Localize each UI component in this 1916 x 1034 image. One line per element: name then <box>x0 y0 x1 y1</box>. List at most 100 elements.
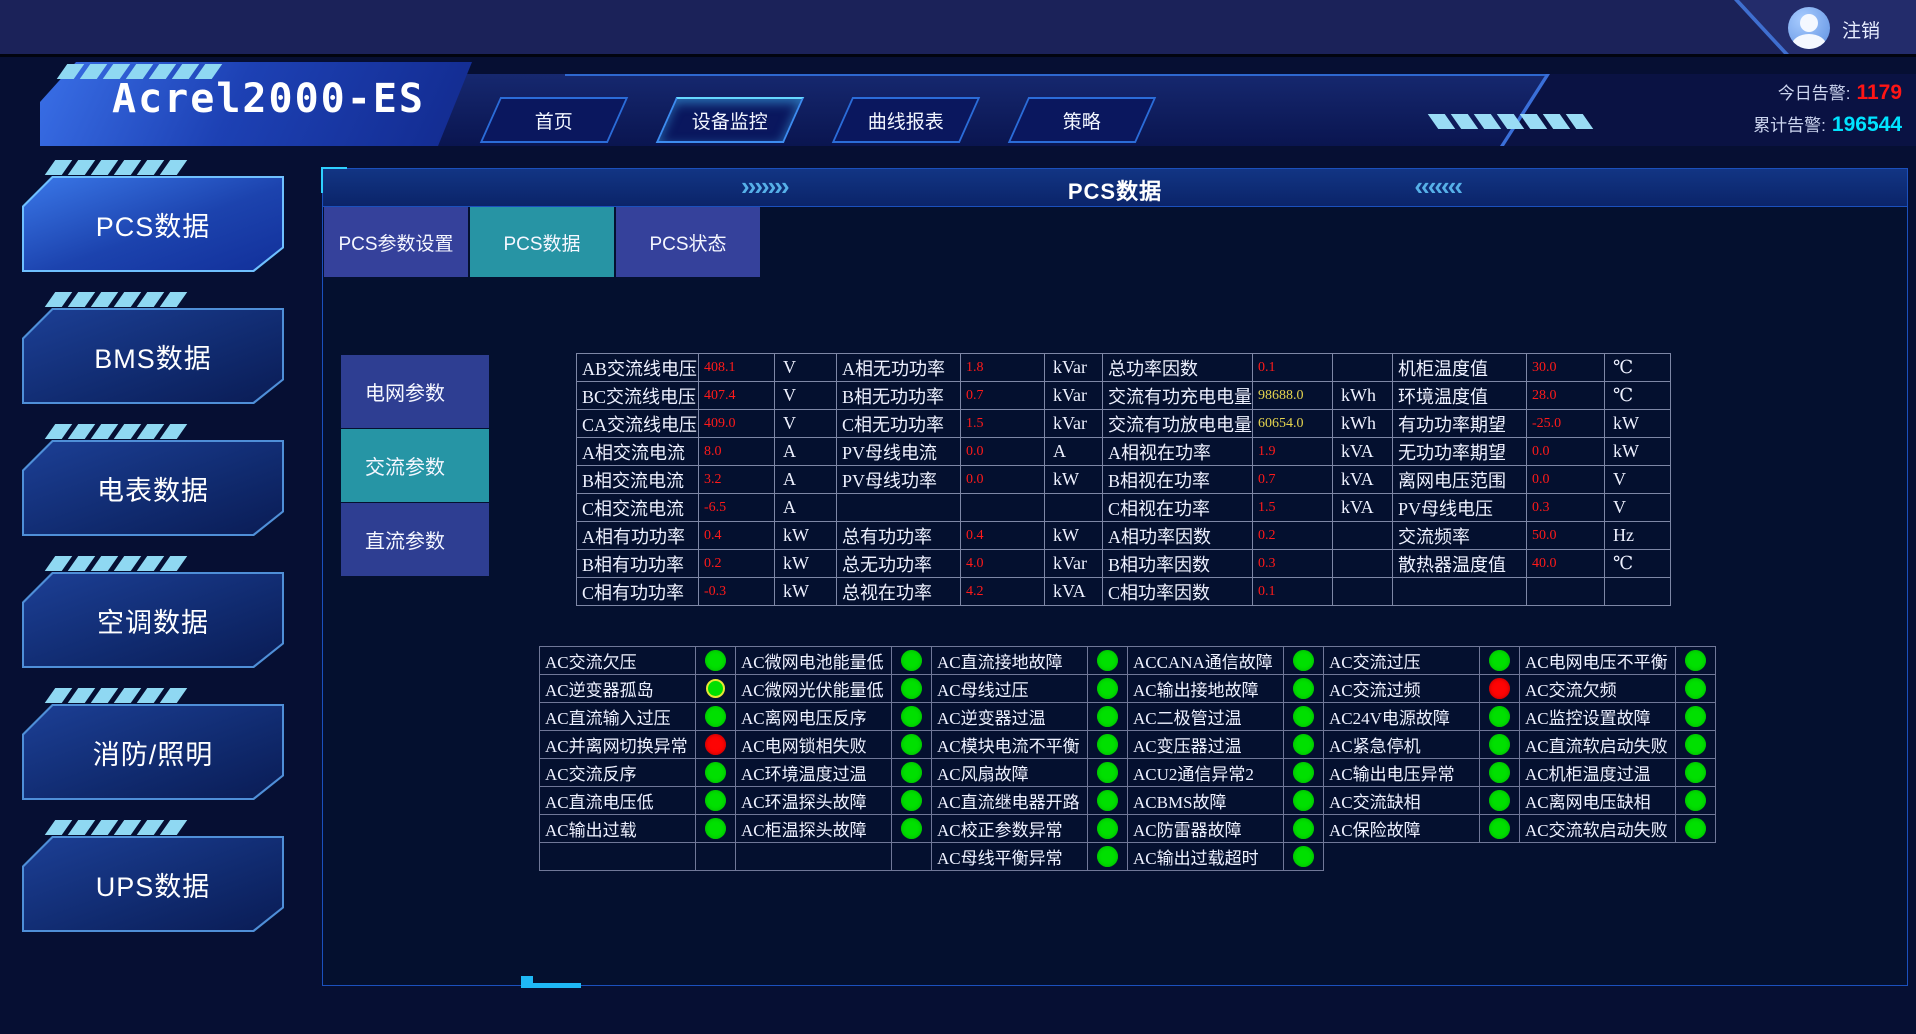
param-label: B相功率因数 <box>1103 550 1253 578</box>
hatch-stripe <box>1451 114 1479 129</box>
status-label <box>540 843 696 871</box>
sidebar-button[interactable]: PCS数据 <box>22 176 284 272</box>
param-unit: V <box>775 354 837 382</box>
status-led-cell <box>1284 843 1324 871</box>
status-led-green-icon <box>1293 846 1314 867</box>
param-unit: kW <box>775 578 837 606</box>
status-led-cell <box>1480 843 1520 871</box>
status-label: AC输出过载超时 <box>1128 843 1284 871</box>
status-led-green-icon <box>1685 650 1706 671</box>
status-led-green-icon <box>1685 734 1706 755</box>
status-led-cell <box>1480 731 1520 759</box>
sidebar-button-fill: 空调数据 <box>24 574 282 666</box>
status-label: AC微网光伏能量低 <box>736 675 892 703</box>
param-label: 总视在功率 <box>837 578 961 606</box>
status-led-cell <box>892 703 932 731</box>
sidebar-button[interactable]: 空调数据 <box>22 572 284 668</box>
nav-button-1[interactable]: 首页 <box>480 97 628 143</box>
param-unit: A <box>775 438 837 466</box>
status-led-green-icon <box>1293 734 1314 755</box>
sidebar-button[interactable]: 消防/照明 <box>22 704 284 800</box>
status-label: AC逆变器孤岛 <box>540 675 696 703</box>
status-led-cell <box>892 843 932 871</box>
param-unit: ℃ <box>1605 354 1671 382</box>
status-led-green-icon <box>1097 790 1118 811</box>
sidebar-button[interactable]: BMS数据 <box>22 308 284 404</box>
param-value: 4.2 <box>961 578 1045 606</box>
sidebar-button[interactable]: 电表数据 <box>22 440 284 536</box>
header-hatch-decoration <box>1433 114 1588 129</box>
status-led-cell <box>1676 815 1716 843</box>
param-label: A相交流电流 <box>577 438 699 466</box>
tab-2[interactable]: PCS数据 <box>470 207 614 277</box>
status-label: AC输出电压异常 <box>1324 759 1480 787</box>
status-label: AC防雷器故障 <box>1128 815 1284 843</box>
hatch-stripe <box>160 556 188 571</box>
nav-button-4[interactable]: 策略 <box>1008 97 1156 143</box>
status-label: AC逆变器过温 <box>932 703 1088 731</box>
param-label: 离网电压范围 <box>1393 466 1527 494</box>
status-label: AC柜温探头故障 <box>736 815 892 843</box>
status-led-green-icon <box>901 650 922 671</box>
status-label: AC电网锁相失败 <box>736 731 892 759</box>
sidebar-item-6: UPS数据 <box>22 820 284 932</box>
status-label: AC母线过压 <box>932 675 1088 703</box>
subnav-button-1[interactable]: 电网参数 <box>341 355 489 428</box>
pcs-data-panel: ››››››› PCS数据 ‹‹‹‹‹‹‹ PCS参数设置PCS数据PCS状态 … <box>322 168 1908 986</box>
status-label: AC机柜温度过温 <box>1520 759 1676 787</box>
status-led-green-icon <box>1293 762 1314 783</box>
status-led-cell <box>892 675 932 703</box>
hatch-stripe <box>160 688 188 703</box>
param-unit: V <box>1605 494 1671 522</box>
param-unit: kW <box>1605 438 1671 466</box>
user-avatar-icon[interactable] <box>1788 7 1830 49</box>
status-label: AC母线平衡异常 <box>932 843 1088 871</box>
alarm-total-value: 196544 <box>1832 113 1902 136</box>
param-value: 0.1 <box>1253 354 1333 382</box>
status-label: AC离网电压反序 <box>736 703 892 731</box>
status-label: AC直流输入过压 <box>540 703 696 731</box>
subnav-button-2[interactable]: 交流参数 <box>341 429 489 502</box>
alarm-counters: 今日告警:1179 累计告警:196544 <box>1753 78 1902 142</box>
alarm-today-value: 1179 <box>1856 81 1902 104</box>
param-value: 40.0 <box>1527 550 1605 578</box>
tab-1[interactable]: PCS参数设置 <box>324 207 468 277</box>
param-value: 409.0 <box>699 410 775 438</box>
table-row: B相交流电流3.2APV母线功率0.0kWB相视在功率0.7kVA离网电压范围0… <box>577 466 1671 494</box>
param-value: 1.8 <box>961 354 1045 382</box>
status-led-green-icon <box>1097 762 1118 783</box>
status-label: AC风扇故障 <box>932 759 1088 787</box>
status-led-cell <box>1284 815 1324 843</box>
logout-button[interactable]: 注销 <box>1842 16 1880 43</box>
status-led-green-icon <box>1293 650 1314 671</box>
status-label: AC二极管过温 <box>1128 703 1284 731</box>
param-label: 散热器温度值 <box>1393 550 1527 578</box>
nav-button-2[interactable]: 设备监控 <box>656 97 804 143</box>
sidebar-hatch-decoration <box>50 820 284 836</box>
hatch-stripe <box>1543 114 1571 129</box>
sidebar-button-fill: 消防/照明 <box>24 706 282 798</box>
subnav-button-3[interactable]: 直流参数 <box>341 503 489 576</box>
sidebar-button-label: PCS数据 <box>96 205 211 244</box>
param-label: PV母线功率 <box>837 466 961 494</box>
status-led-green-icon <box>1097 734 1118 755</box>
status-led-green-icon <box>705 650 726 671</box>
sidebar-button[interactable]: UPS数据 <box>22 836 284 932</box>
nav-button-label: 设备监控 <box>692 107 768 134</box>
param-value: 1.9 <box>1253 438 1333 466</box>
status-led-cell <box>1480 815 1520 843</box>
param-unit: kVA <box>1333 494 1393 522</box>
param-value: 60654.0 <box>1253 410 1333 438</box>
param-label: 环境温度值 <box>1393 382 1527 410</box>
nav-button-3[interactable]: 曲线报表 <box>832 97 980 143</box>
status-label: ACCANA通信故障 <box>1128 647 1284 675</box>
status-led-cell <box>1676 843 1716 871</box>
tab-3[interactable]: PCS状态 <box>616 207 760 277</box>
status-led-cell <box>1676 675 1716 703</box>
param-value: 0.7 <box>961 382 1045 410</box>
status-label: AC交流过频 <box>1324 675 1480 703</box>
status-label <box>1324 843 1480 871</box>
param-label: B相视在功率 <box>1103 466 1253 494</box>
param-label: 交流有功放电电量 <box>1103 410 1253 438</box>
param-value: 98688.0 <box>1253 382 1333 410</box>
